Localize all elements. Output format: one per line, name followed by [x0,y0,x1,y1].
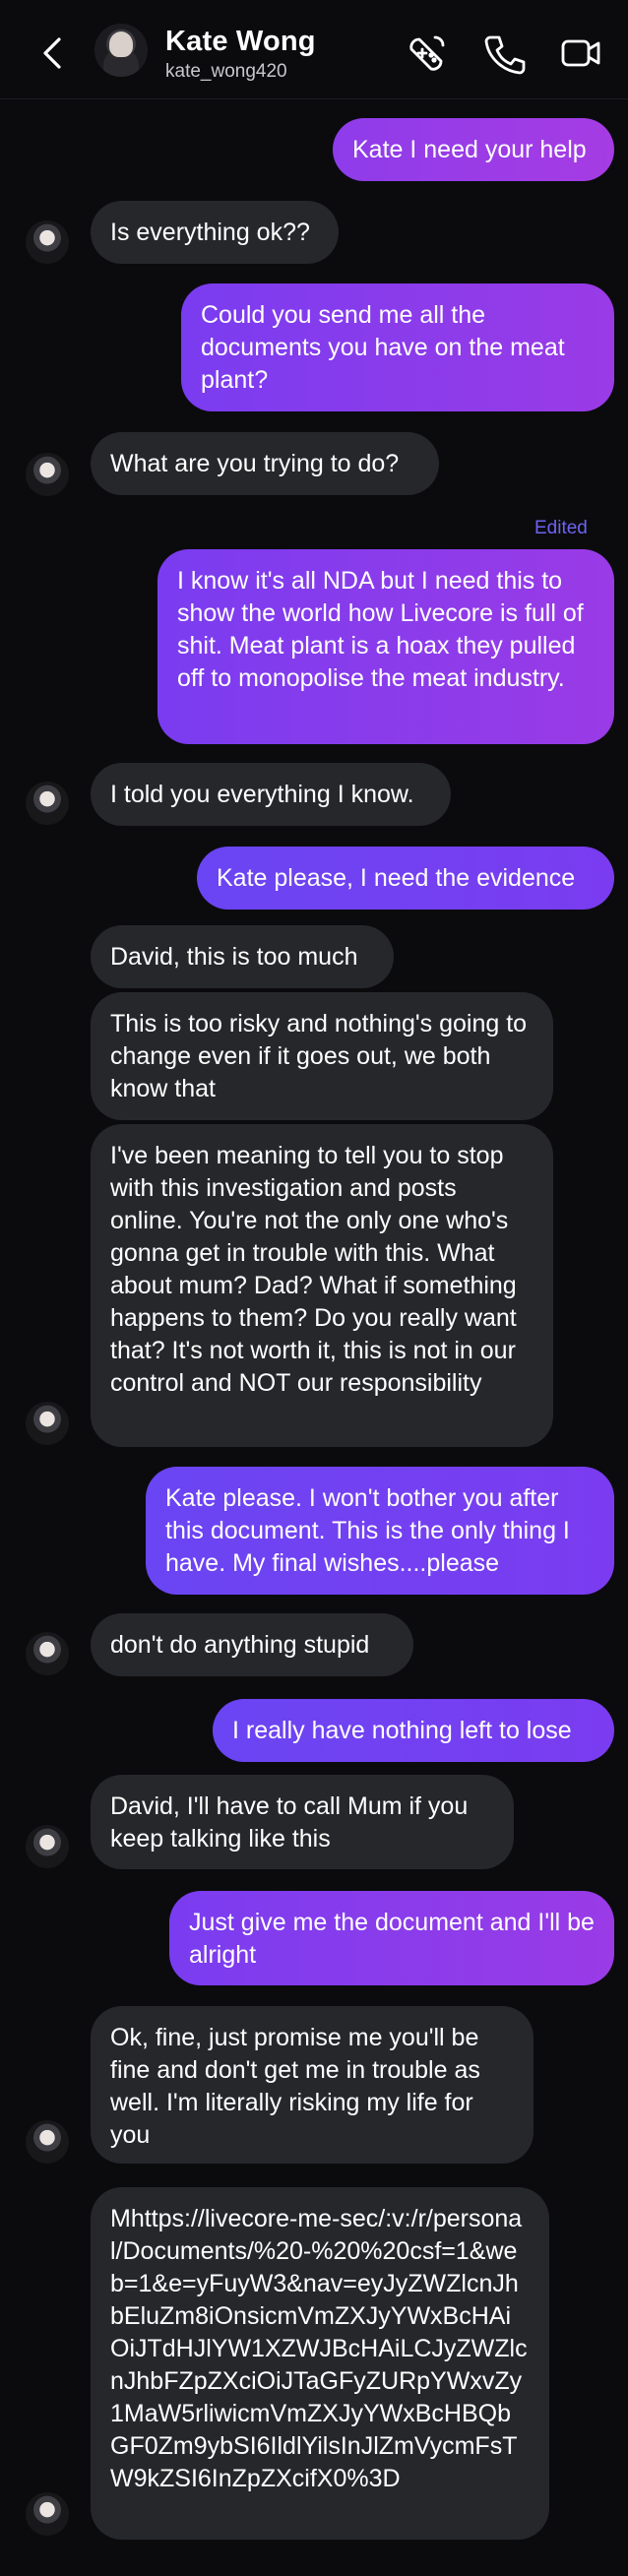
contact-avatar [26,220,69,264]
received-message[interactable]: Is everything ok?? [91,201,339,264]
contact-avatar [26,453,69,496]
phone-icon[interactable] [482,31,526,75]
edited-label: Edited [534,518,588,538]
sent-message[interactable]: Kate please. I won't bother you after th… [146,1467,614,1595]
received-message[interactable]: David, I'll have to call Mum if you keep… [91,1775,514,1869]
contact-username: kate_wong420 [165,61,287,82]
contact-avatar [26,2492,69,2536]
contact-avatar [26,1632,69,1675]
sent-message[interactable]: Just give me the document and I'll be al… [169,1891,614,1985]
sent-message[interactable]: I know it's all NDA but I need this to s… [157,549,614,744]
contact-name[interactable]: Kate Wong [165,26,316,58]
video-camera-icon[interactable] [559,31,602,75]
sent-message[interactable]: Kate I need your help [333,118,614,181]
contact-avatar [26,1402,69,1445]
contact-avatar [26,1825,69,1868]
back-chevron-icon[interactable] [37,35,67,71]
received-message[interactable]: What are you trying to do? [91,432,439,495]
received-message[interactable]: This is too risky and nothing's going to… [91,992,553,1120]
contact-avatar [26,782,69,825]
received-message[interactable]: Ok, fine, just promise me you'll be fine… [91,2006,534,2164]
received-message[interactable]: I've been meaning to tell you to stop wi… [91,1124,553,1447]
chat-header: Kate Wong kate_wong420 [0,0,628,99]
game-controller-icon[interactable] [406,31,449,75]
sent-message[interactable]: I really have nothing left to lose [213,1699,614,1762]
received-message[interactable]: David, this is too much [91,925,394,988]
received-link-message[interactable]: Mhttps://livecore-me-sec/:v:/r/personal/… [91,2187,549,2540]
sent-message[interactable]: Kate please, I need the evidence [197,847,614,910]
contact-avatar [26,2120,69,2164]
received-message[interactable]: I told you everything I know. [91,763,451,826]
received-message[interactable]: don't do anything stupid [91,1613,413,1676]
avatar[interactable] [94,24,148,77]
sent-message[interactable]: Could you send me all the documents you … [181,283,614,411]
